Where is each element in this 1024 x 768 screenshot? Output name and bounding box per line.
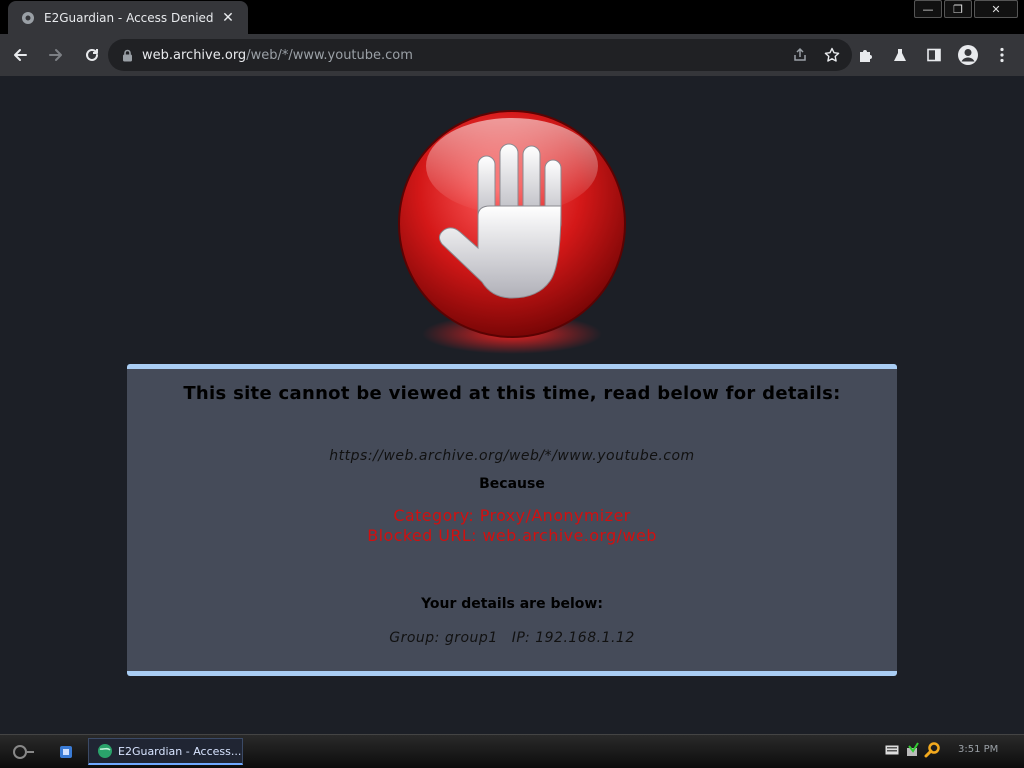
taskbar-item-label: E2Guardian - Access...	[118, 744, 242, 758]
browser-toolbar: web.archive.org/web/*/www.youtube.com	[0, 34, 1024, 76]
url-path: /web/*/www.youtube.com	[246, 47, 413, 63]
network-icon[interactable]	[904, 741, 920, 759]
address-bar[interactable]: web.archive.org/web/*/www.youtube.com	[108, 39, 852, 71]
share-icon[interactable]	[786, 41, 814, 69]
browser-tab[interactable]: E2Guardian - Access Denied ✕	[8, 1, 248, 34]
page-title: This site cannot be viewed at this time,…	[183, 383, 841, 404]
group-text: Group: group1	[389, 630, 498, 646]
stop-hand-icon	[390, 106, 634, 360]
tab-strip: E2Guardian - Access Denied ✕ — ❐ ✕	[0, 0, 1024, 34]
forward-icon[interactable]	[40, 39, 72, 71]
blocked-url: https://web.archive.org/web/*/www.youtub…	[329, 448, 695, 464]
system-tray	[884, 741, 940, 759]
sidepanel-icon[interactable]	[918, 39, 950, 71]
quick-launch-icon[interactable]	[56, 742, 76, 762]
globe-icon	[20, 10, 36, 26]
because-label: Because	[479, 476, 545, 492]
star-icon[interactable]	[818, 41, 846, 69]
lock-icon[interactable]	[120, 48, 134, 62]
blocked-url-rule: Blocked URL: web.archive.org/web	[367, 526, 657, 545]
url-host: web.archive.org	[142, 47, 247, 63]
clock: 3:51 PM	[958, 744, 999, 755]
user-details: Group: group1 IP: 192.168.1.12	[127, 630, 897, 646]
window-controls: — ❐ ✕	[914, 0, 1018, 18]
restore-button[interactable]: ❐	[944, 0, 972, 18]
tab-title: E2Guardian - Access Denied	[44, 10, 214, 25]
keyboard-icon[interactable]	[884, 741, 900, 759]
labs-icon[interactable]	[884, 39, 916, 71]
details-panel: This site cannot be viewed at this time,…	[127, 364, 897, 676]
start-button[interactable]	[0, 735, 46, 768]
category-text: Category: Proxy/Anonymizer	[393, 506, 631, 525]
menu-icon[interactable]	[986, 39, 1018, 71]
window-close-button[interactable]: ✕	[974, 0, 1018, 18]
ip-text: IP: 192.168.1.12	[511, 630, 635, 646]
details-heading: Your details are below:	[421, 596, 603, 612]
taskbar-item-browser[interactable]: E2Guardian - Access...	[88, 738, 243, 765]
globe-icon	[98, 744, 112, 758]
search-icon[interactable]	[924, 741, 940, 759]
reload-icon[interactable]	[76, 39, 108, 71]
blocked-page: This site cannot be viewed at this time,…	[0, 76, 1024, 734]
close-icon[interactable]: ✕	[218, 8, 238, 28]
minimize-button[interactable]: —	[914, 0, 942, 18]
extensions-icon[interactable]	[850, 39, 882, 71]
back-icon[interactable]	[4, 39, 36, 71]
block-reason: Category: Proxy/Anonymizer Blocked URL: …	[127, 506, 897, 546]
url-text: web.archive.org/web/*/www.youtube.com	[142, 48, 413, 63]
taskbar: E2Guardian - Access... 3:51 PM	[0, 734, 1024, 768]
profile-icon[interactable]	[952, 39, 984, 71]
